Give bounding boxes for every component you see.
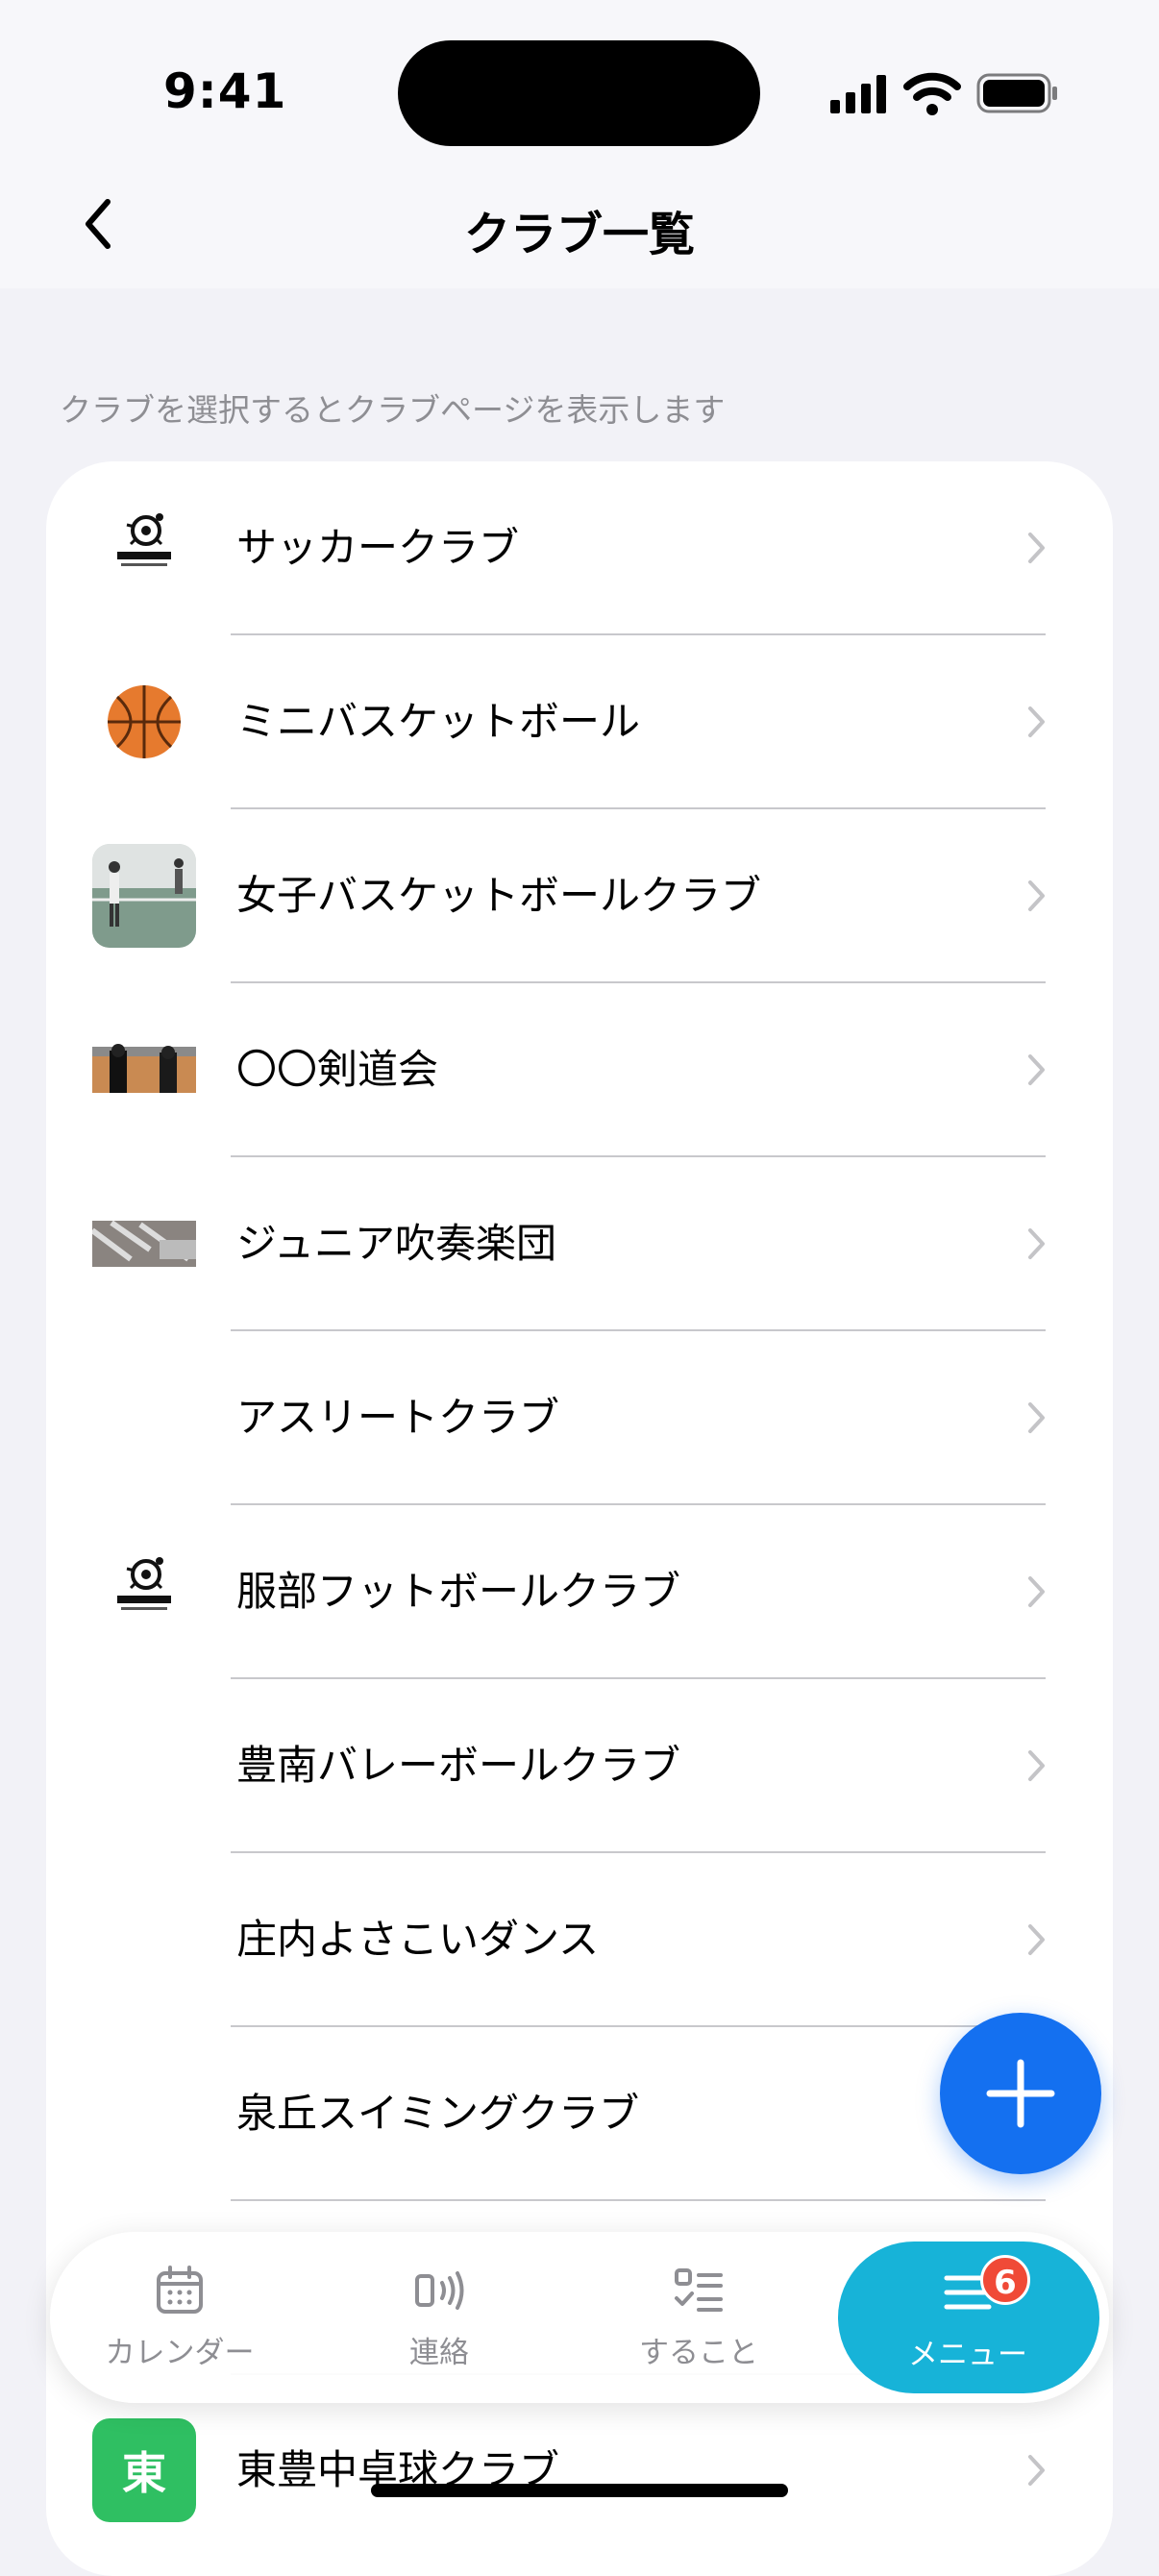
dynamic-island [398,40,760,146]
tab-label: すること [639,2336,758,2370]
chevron-right-icon [1028,1228,1045,1259]
tab-calendar[interactable]: カレンダー [50,2232,309,2403]
club-name: サッカークラブ [236,524,520,571]
chevron-right-icon [1028,880,1045,911]
chevron-right-icon [1028,533,1045,563]
plus-icon [986,2059,1055,2128]
club-list-item[interactable]: アスリートクラブ [46,1331,1113,1505]
notification-badge: 6 [980,2255,1030,2305]
club-thumbnail-breakers-logo [92,1540,196,1644]
chevron-right-icon [1028,1054,1045,1085]
tab-menu[interactable]: 6 メニュー [838,2242,1099,2393]
club-name: 〇〇剣道会 [236,1046,439,1093]
club-list-item[interactable]: ミニバスケットボール [46,635,1113,809]
chevron-right-icon [1028,1402,1045,1433]
club-list-item[interactable]: サッカークラブ [46,461,1113,635]
chevron-right-icon [1028,1750,1045,1781]
club-name: ミニバスケットボール [236,698,641,745]
tab-label: カレンダー [105,2336,255,2370]
page-title: クラブ一覧 [463,208,695,261]
chevron-right-icon [1028,1576,1045,1607]
club-list-item[interactable]: 〇〇剣道会 [46,983,1113,1157]
club-name: 庄内よさこいダンス [236,1916,600,1963]
status-time: 9:41 [163,63,287,119]
club-thumbnail-breakers-logo [92,496,196,600]
club-list-item[interactable]: 服部フットボールクラブ [46,1505,1113,1679]
battery-icon [976,73,1057,113]
club-list-item[interactable]: 豊南バレーボールクラブ [46,1679,1113,1853]
tab-contact[interactable]: 連絡 [309,2232,569,2403]
broadcast-icon [415,2271,464,2310]
club-list-item[interactable]: 女子バスケットボールクラブ [46,809,1113,983]
club-list-item[interactable]: 東東豊中卓球クラブ [46,2384,1113,2558]
checklist-icon [675,2268,723,2312]
chevron-right-icon [1028,706,1045,737]
club-list-item[interactable]: 庄内よさこいダンス [46,1853,1113,2027]
tab-label: メニュー [908,2338,1027,2372]
club-name: 豊南バレーボールクラブ [236,1742,681,1789]
calendar-icon [157,2266,203,2314]
club-letter-avatar: 東 [92,2418,196,2522]
home-indicator [371,2484,788,2497]
tab-label: 連絡 [409,2336,469,2370]
navigation-header: 9:41 クラブ一覧 [0,0,1159,288]
chevron-right-icon [1028,1924,1045,1955]
club-thumbnail-kendo-photo [92,1018,196,1122]
chevron-right-icon [1028,2455,1045,2486]
club-thumbnail-band-photo [92,1192,196,1296]
club-thumbnail-tennis-photo [92,844,196,948]
tab-bar: カレンダー 連絡 すること 6 メニュー [50,2232,1109,2403]
club-name: 服部フットボールクラブ [236,1568,681,1615]
club-thumbnail-basketball-icon [92,670,196,774]
club-name: 泉丘スイミングクラブ [236,2090,640,2137]
wifi-icon [903,72,961,115]
section-hint: クラブを選択するとクラブページを表示します [60,391,726,429]
cellular-signal-icon [830,75,886,113]
club-name: アスリートクラブ [236,1394,560,1441]
club-name: 女子バスケットボールクラブ [236,872,762,919]
club-name: ジュニア吹奏楽団 [236,1220,557,1267]
tab-todo[interactable]: すること [569,2232,828,2403]
add-club-button[interactable] [940,2013,1101,2174]
club-list-item[interactable]: ジュニア吹奏楽団 [46,1157,1113,1331]
